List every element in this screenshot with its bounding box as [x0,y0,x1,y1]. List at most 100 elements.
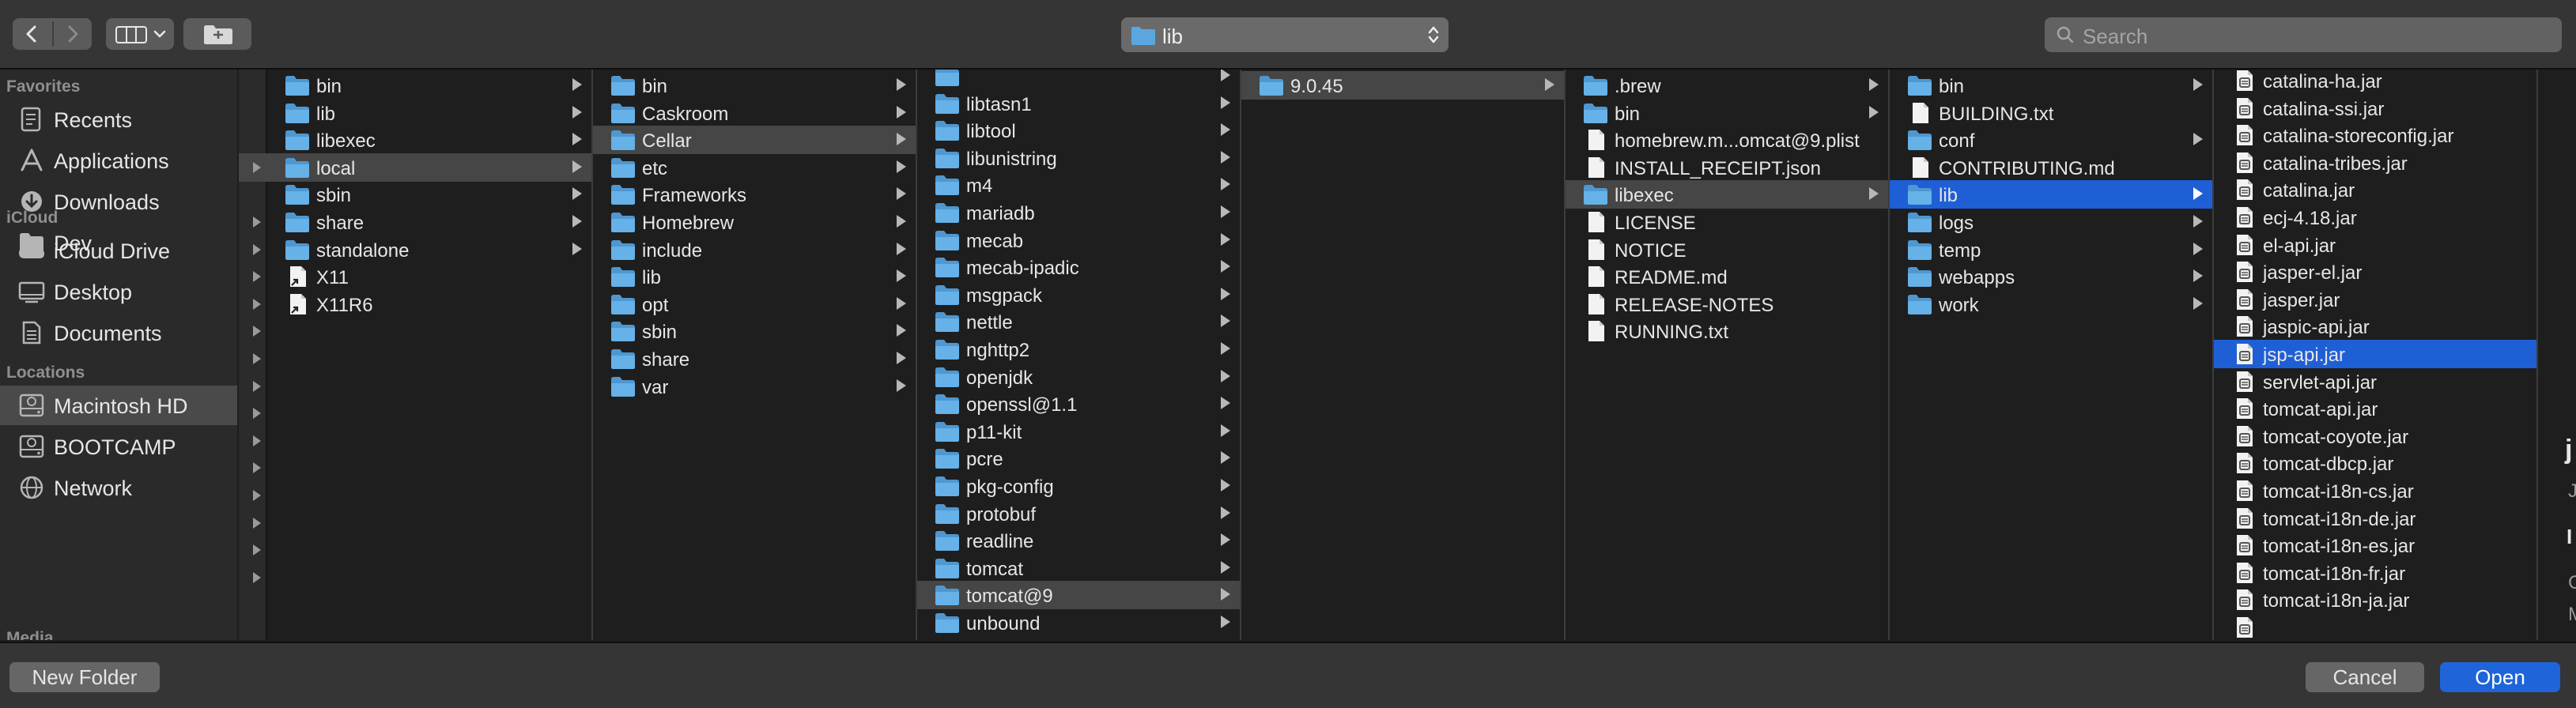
sidebar-item-desktop[interactable]: Desktop [0,272,237,311]
file-row[interactable]: tomcat@9 [917,581,1240,610]
file-row[interactable]: jasper.jar [2214,285,2536,314]
cancel-button[interactable]: Cancel [2306,662,2424,692]
file-row[interactable]: libtool [917,116,1240,145]
file-row[interactable]: share [239,208,591,236]
open-button[interactable]: Open [2440,662,2560,692]
file-row[interactable]: bin [1890,71,2212,100]
file-row[interactable]: protobuf [917,499,1240,528]
file-row[interactable]: X11R6 [239,290,591,318]
file-row[interactable]: libunistring [917,144,1240,172]
file-row[interactable]: Homebrew [593,208,916,236]
search-field[interactable]: Search [2045,17,2562,52]
file-row[interactable]: Frameworks [593,180,916,209]
file-row[interactable]: work [1890,290,2212,318]
view-mode-button[interactable] [106,18,174,50]
file-row[interactable]: RELEASE-NOTES [1566,290,1888,318]
file-row[interactable]: pcre [917,444,1240,473]
file-row[interactable]: libexec [239,126,591,154]
browser-column-3[interactable]: libtasn1 libtool libunistring m4 mariadb meca… [917,70,1241,640]
file-row[interactable]: catalina-tribes.jar [2214,149,2536,177]
browser-column-7[interactable]: catalina-ha.jar catalina-ssi.jar catalina-… [2214,70,2538,640]
expand-toggle[interactable] [239,563,266,592]
file-row[interactable]: el-api.jar [2214,231,2536,259]
file-row[interactable]: tomcat-i18n-fr.jar [2214,559,2536,587]
expand-toggle[interactable] [239,481,266,510]
file-row[interactable]: LICENSE [1566,208,1888,236]
expand-toggle[interactable] [239,153,266,182]
new-folder-button[interactable]: New Folder [9,662,160,692]
browser-column-2[interactable]: bin Caskroom Cellar etc Frameworks Homebrew in… [593,70,917,640]
file-row[interactable]: Cellar [593,126,916,155]
file-row[interactable]: RUNNING.txt [1566,317,1888,345]
file-row[interactable]: m4 [917,171,1240,199]
file-row[interactable]: BUILDING.txt [1890,99,2212,127]
expand-toggle[interactable] [239,208,266,236]
file-row[interactable]: local [239,153,591,182]
file-row[interactable]: tomcat-i18n-ja.jar [2214,586,2536,614]
file-row[interactable]: mecab-ipadic [917,253,1240,281]
browser-column-6[interactable]: bin BUILDING.txt conf CONTRIBUTING.md lib log… [1890,70,2214,640]
file-row[interactable]: jasper-el.jar [2214,258,2536,286]
expand-toggle[interactable] [239,345,266,373]
file-row[interactable]: mecab [917,226,1240,254]
sidebar-item-documents[interactable]: Documents [0,313,237,352]
file-row[interactable]: tomcat-coyote.jar [2214,422,2536,450]
file-row[interactable]: mariadb [917,198,1240,227]
file-row[interactable]: nghttp2 [917,335,1240,363]
file-row[interactable]: tomcat-i18n-es.jar [2214,531,2536,559]
file-row[interactable]: tomcat-i18n-de.jar [2214,504,2536,533]
file-row[interactable]: X11 [239,262,591,291]
file-row[interactable]: libtasn1 [917,89,1240,118]
file-row[interactable]: p11-kit [917,417,1240,446]
file-row[interactable]: catalina.jar [2214,175,2536,204]
file-row[interactable]: NOTICE [1566,235,1888,264]
file-row[interactable]: jsp-api.jar [2214,340,2536,368]
file-row[interactable]: ecj-4.18.jar [2214,203,2536,232]
expand-toggle[interactable] [239,372,266,401]
file-row[interactable]: temp [1890,235,2212,264]
file-row[interactable]: tomcat-i18n-cs.jar [2214,476,2536,505]
expand-toggle[interactable] [239,235,266,264]
expand-toggle[interactable] [239,454,266,482]
file-row[interactable]: homebrew.m...omcat@9.plist [1566,126,1888,154]
expand-toggle[interactable] [239,399,266,427]
file-row[interactable]: opt [593,290,916,318]
file-row[interactable]: standalone [239,235,591,264]
file-row[interactable]: conf [1890,126,2212,154]
file-row[interactable]: catalina-ha.jar [2214,70,2536,95]
file-row[interactable]: readline [917,526,1240,555]
browser-column-4[interactable]: 9.0.45 [1241,70,1566,640]
file-row[interactable]: bin [593,71,916,100]
file-row[interactable]: nettle [917,307,1240,336]
file-row[interactable]: CONTRIBUTING.md [1890,153,2212,182]
file-row[interactable]: openssl@1.1 [917,390,1240,418]
file-row[interactable]: pkg-config [917,472,1240,500]
file-row[interactable]: jaspic-api.jar [2214,312,2536,341]
file-row[interactable]: unbound [917,608,1240,637]
file-row[interactable]: bin [239,71,591,100]
file-row[interactable]: README.md [1566,262,1888,291]
file-row[interactable]: logs [1890,208,2212,236]
sidebar-item-bootcamp[interactable]: BOOTCAMP [0,427,237,466]
expand-toggle[interactable] [239,290,266,318]
sidebar-item-network[interactable]: Network [0,468,237,507]
browser-column-5[interactable]: .brew bin homebrew.m...omcat@9.plist INSTAL… [1566,70,1890,640]
file-row[interactable]: .brew [1566,71,1888,100]
expand-toggle[interactable] [239,427,266,455]
file-row[interactable]: Caskroom [593,99,916,127]
file-row[interactable] [917,70,1240,90]
file-row[interactable]: share [593,345,916,373]
new-folder-toolbar-button[interactable] [183,18,251,50]
file-row[interactable]: include [593,235,916,264]
file-row[interactable]: 9.0.45 [1241,71,1564,100]
file-row[interactable]: sbin [593,317,916,345]
path-popup[interactable]: lib [1121,17,1449,52]
file-row[interactable]: catalina-storeconfig.jar [2214,121,2536,149]
file-row[interactable]: sbin [239,180,591,209]
file-row[interactable] [2214,613,2536,640]
sidebar-item-recents[interactable]: Recents [0,100,237,139]
file-row[interactable]: tomcat [917,554,1240,582]
file-row[interactable]: servlet-api.jar [2214,367,2536,396]
chevron-left-icon[interactable] [22,24,43,43]
expand-toggle[interactable] [239,509,266,537]
